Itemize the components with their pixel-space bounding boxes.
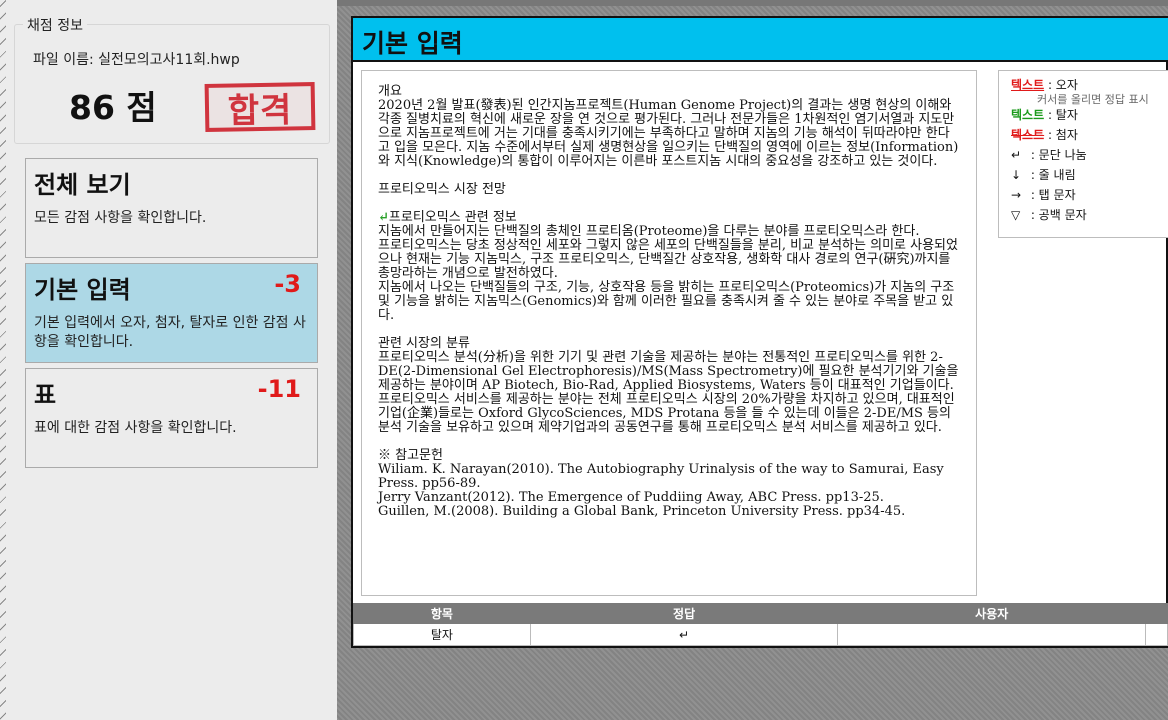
score-value: 86 점	[69, 88, 157, 127]
mark-legend: 텍스트 : 오자 커서를 올리면 정답 표시 텍스트 : 탈자 텍스트 : 첨자…	[998, 70, 1168, 238]
doc-heading: ※ 참고문헌	[378, 448, 443, 463]
card-title: 전체 보기	[34, 171, 131, 199]
card-title: 기본 입력	[34, 276, 131, 304]
card-description: 표에 대한 감점 사항을 확인합니다.	[34, 420, 237, 436]
legend-typo-hint: 커서를 올리면 정답 표시	[1037, 93, 1149, 106]
file-name-label: 파일 이름: 실전모의고사11회.hwp	[33, 52, 240, 68]
column-header: 정답	[529, 603, 839, 624]
doc-paragraph: 지놈에서 만들어지는 단백질의 총체인 프로티옴(Proteome)을 다루는 …	[378, 224, 920, 239]
legend-missing: 텍스트 : 탈자	[1011, 108, 1078, 122]
paragraph-mark-icon: ↵	[1011, 148, 1022, 162]
doc-paragraph: 지놈에서 나오는 단백질들의 구조, 기능, 상호작용 등을 밝히는 프로티오믹…	[378, 280, 955, 323]
legend-extra: 텍스트 : 첨자	[1011, 128, 1078, 142]
column-header	[1145, 603, 1168, 624]
doc-reference: Jerry Vanzant(2012). The Emergence of Pu…	[378, 490, 884, 505]
card-description: 모든 감점 사항을 확인합니다.	[34, 210, 207, 226]
right-arrow-icon: →	[1011, 188, 1022, 202]
legend-tab: → : 탭 문자	[1011, 188, 1076, 202]
doc-paragraph: 프로티오믹스 분석(分析)을 위한 기기 및 관련 기술을 제공하는 분야는 전…	[378, 350, 959, 393]
table-cell: 탈자	[353, 623, 531, 646]
doc-reference: Guillen, M.(2008). Building a Global Ban…	[378, 504, 906, 519]
doc-heading: 프로티오믹스 시장 전망	[378, 182, 506, 197]
down-arrow-icon: ↓	[1011, 168, 1022, 182]
paragraph-mark-icon[interactable]: ↵	[378, 210, 389, 225]
table-cell: ↵	[529, 623, 839, 646]
legend-paragraph: ↵ : 문단 나눔	[1011, 148, 1087, 162]
card-title: 표	[34, 381, 57, 409]
window-header: 기본 입력	[353, 18, 1168, 62]
doc-paragraph: 2020년 2월 발표(發表)된 인간지놈프로젝트(Human Genome P…	[378, 98, 959, 169]
table-cell	[837, 623, 1146, 646]
pass-stamp: 합격	[204, 82, 316, 132]
legend-line-break: ↓ : 줄 내림	[1011, 168, 1076, 182]
legend-space: ▽ : 공백 문자	[1011, 208, 1087, 222]
card-table[interactable]: 표 -11 표에 대한 감점 사항을 확인합니다.	[25, 368, 318, 468]
card-penalty: -11	[257, 375, 301, 403]
document-view[interactable]: 개요 2020년 2월 발표(發表)된 인간지놈프로젝트(Human Genom…	[361, 70, 977, 596]
doc-paragraph: 프로티오믹스 서비스를 제공하는 분야는 전체 프로티오믹스 시장의 20%가량…	[378, 392, 955, 435]
workspace-top-band	[337, 0, 1168, 6]
card-penalty: -3	[274, 270, 301, 298]
column-header: 사용자	[837, 603, 1146, 624]
basic-input-window: 기본 입력 개요 2020년 2월 발표(發表)된 인간지놈프로젝트(Human…	[351, 16, 1168, 648]
binding-edge	[0, 0, 6, 720]
doc-reference: Wiliam. K. Narayan(2010). The Autobiogra…	[378, 462, 944, 491]
triangle-down-icon: ▽	[1011, 208, 1021, 222]
table-row[interactable]: 탈자 ↵	[353, 623, 1168, 646]
doc-heading: 관련 시장의 분류	[378, 336, 470, 351]
doc-heading: 개요	[378, 84, 402, 99]
grading-info-group: 채점 정보 파일 이름: 실전모의고사11회.hwp 86 점 합격	[14, 15, 330, 144]
card-description: 기본 입력에서 오자, 첨자, 탈자로 인한 감점 사항을 확인합니다.	[34, 315, 306, 350]
card-basic-input[interactable]: 기본 입력 -3 기본 입력에서 오자, 첨자, 탈자로 인한 감점 사항을 확…	[25, 263, 318, 363]
result-table: 항목 정답 사용자 탈자 ↵	[353, 603, 1168, 646]
column-header: 항목	[353, 603, 531, 624]
table-header-row: 항목 정답 사용자	[353, 603, 1168, 624]
doc-heading: ↵프로티오믹스 관련 정보	[378, 210, 517, 225]
doc-paragraph: 프로티오믹스는 당초 정상적인 세포와 그렇지 않은 세포의 단백질들을 분리,…	[378, 238, 958, 281]
window-title: 기본 입력	[362, 29, 463, 58]
left-panel: 채점 정보 파일 이름: 실전모의고사11회.hwp 86 점 합격 전체 보기…	[0, 0, 337, 720]
card-overview[interactable]: 전체 보기 모든 감점 사항을 확인합니다.	[25, 158, 318, 258]
table-cell	[1145, 623, 1168, 646]
grading-info-title: 채점 정보	[23, 15, 87, 35]
